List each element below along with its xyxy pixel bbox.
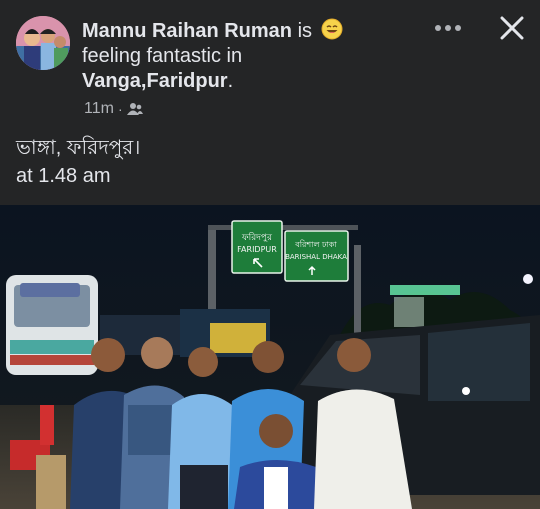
post-caption: ভাঙ্গা, ফরিদপুর। at 1.48 am [16, 134, 516, 190]
meta-separator: · [117, 101, 123, 117]
close-icon[interactable] [494, 10, 530, 46]
dot [435, 25, 441, 31]
more-options-icon[interactable] [428, 14, 468, 42]
bus [6, 275, 98, 375]
location-suffix: . [227, 70, 234, 92]
timestamp[interactable]: 11m [84, 100, 114, 118]
sign-right-bangla: বরিশাল ঢাকা [294, 240, 337, 249]
facebook-post: Mannu Raihan Ruman is feeling fantastic … [0, 0, 540, 509]
sign-left-bangla: ফরিদপুর [241, 232, 273, 243]
sign-left-english: FARIDPUR [237, 245, 277, 254]
smiling-face-icon [321, 18, 343, 40]
post-meta: 11m · [84, 100, 143, 118]
caption-location-bangla: ভাঙ্গা, ফরিদপুর। [16, 137, 141, 159]
post-headline: Mannu Raihan Ruman is feeling fantastic … [82, 18, 412, 94]
friends-icon[interactable] [126, 102, 143, 116]
feeling-text: feeling fantastic in [82, 45, 243, 67]
author-name[interactable]: Mannu Raihan Ruman [82, 20, 292, 42]
profile-avatar[interactable] [16, 16, 70, 70]
dot [455, 25, 461, 31]
caption-time: at 1.48 am [16, 165, 111, 187]
is-word: is [297, 20, 313, 42]
post-header: Mannu Raihan Ruman is feeling fantastic … [0, 0, 540, 120]
avatar-image [16, 16, 70, 70]
location-link[interactable]: Vanga,Faridpur [82, 70, 228, 92]
post-photo[interactable]: ফরিদপুর FARIDPUR বরিশাল ঢাকা BARISHAL DH… [0, 205, 540, 509]
dot [445, 25, 451, 31]
sign-right-english: BARISHAL DHAKA [285, 253, 347, 261]
group-photo-image: ফরিদপুর FARIDPUR বরিশাল ঢাকা BARISHAL DH… [0, 205, 540, 509]
